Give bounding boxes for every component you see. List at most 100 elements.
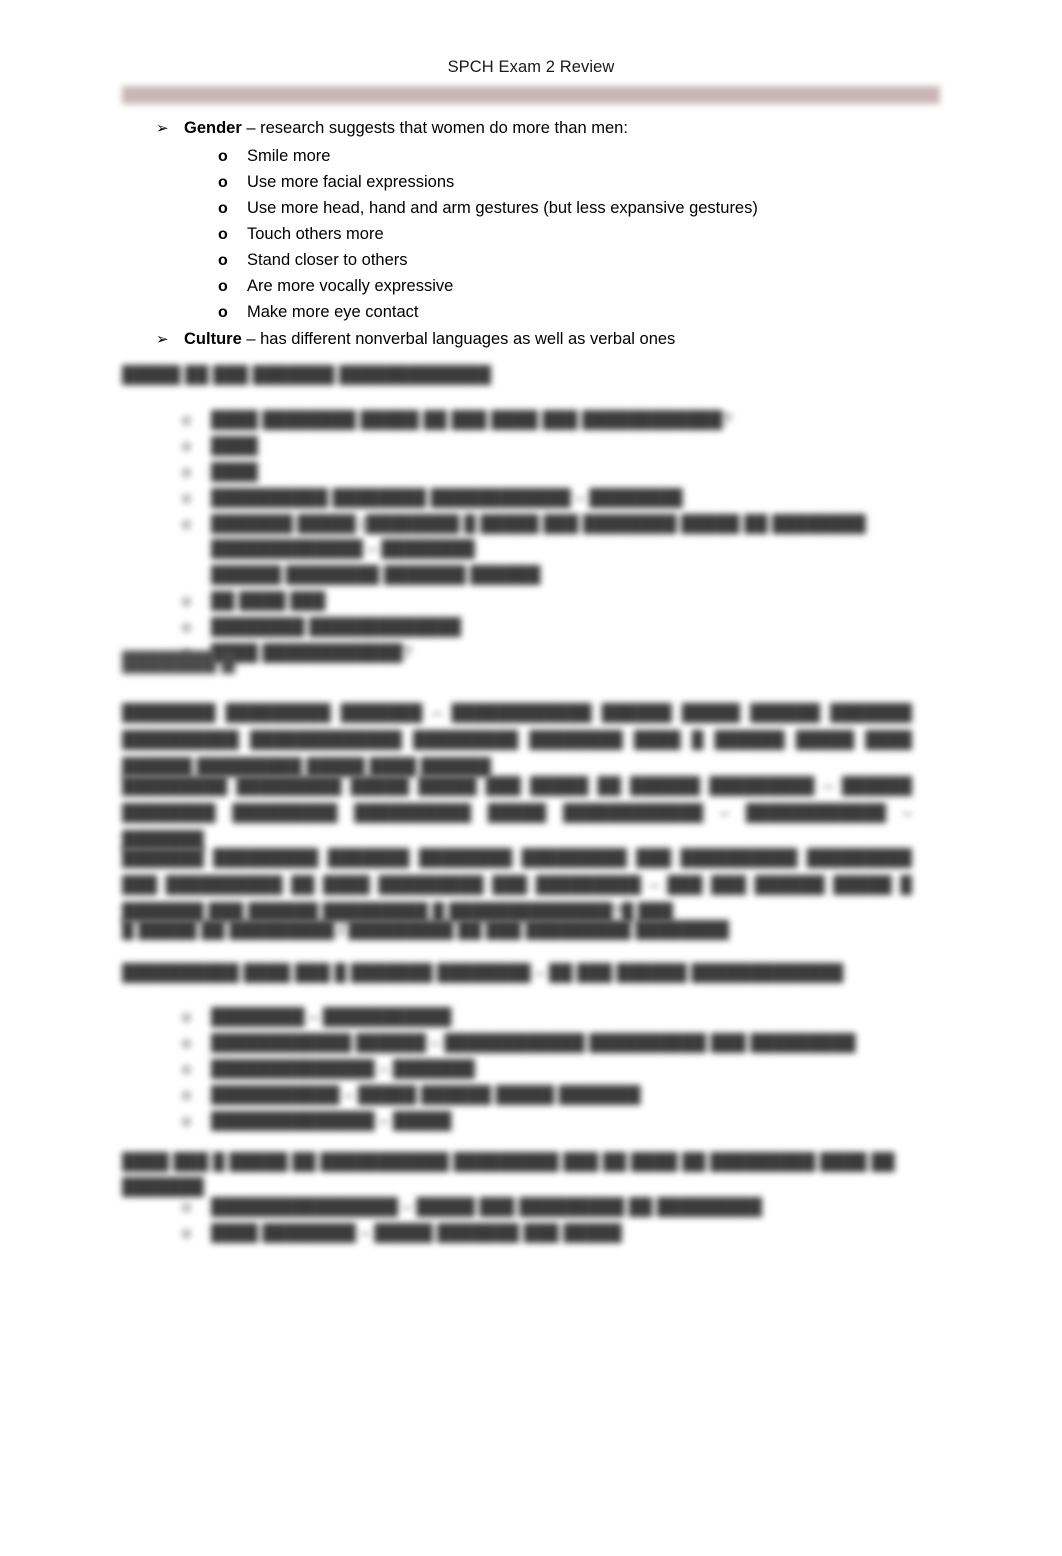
circle-bullet-icon: o bbox=[218, 200, 228, 217]
list-item: o Are more vocally expressive bbox=[122, 274, 942, 299]
redacted-subtext-listening: ██████████ ████ ███ █ ███████ ████████ –… bbox=[122, 964, 844, 982]
list-item-bold-lead: ████ ████████ bbox=[211, 1224, 356, 1242]
circle-bullet-icon: o bbox=[182, 516, 191, 533]
list-item: o ██ ████ ███ bbox=[152, 589, 942, 614]
list-item: o ██████████ ████████ ████████████ – ███… bbox=[152, 486, 942, 511]
list-item-label: ██████████ ████████ ████████████ – █████… bbox=[211, 489, 683, 507]
redacted-list-stages: o ████████ – ███████████ o ████████████ … bbox=[152, 1005, 942, 1135]
header-divider-rule bbox=[122, 86, 940, 104]
list-item: o Use more head, hand and arm gestures (… bbox=[122, 196, 942, 221]
list-item-bold-lead: Gender bbox=[184, 119, 242, 137]
list-item-bold-lead: ████████████ ██████ bbox=[211, 1034, 427, 1052]
redacted-chapter-heading: ███████ █ bbox=[122, 652, 235, 673]
redacted-list-ineffective: o ████████████████ – █████ ███ █████████… bbox=[152, 1195, 942, 1247]
list-item-label: Stand closer to others bbox=[247, 251, 408, 269]
list-item-rest: – ████████████ ██████████ ███ █████████ bbox=[426, 1034, 856, 1052]
list-item-label: ████ bbox=[211, 437, 258, 455]
redacted-heading-ineffective-listening: ████ ███ █ █████ ██ ███████████ ████████… bbox=[122, 1153, 895, 1196]
list-item: o ████████ – ███████████ bbox=[152, 1005, 942, 1030]
list-item: o Smile more bbox=[122, 144, 942, 169]
list-item-label: Touch others more bbox=[247, 225, 384, 243]
list-item-rest: – research suggests that women do more t… bbox=[241, 119, 628, 137]
list-item-text: Gender – research suggests that women do… bbox=[184, 116, 628, 141]
list-item-rest: – █████ ███████ ███ █████ bbox=[355, 1224, 622, 1242]
list-item-label: Smile more bbox=[247, 147, 331, 165]
list-item: o ████████ █████████████ bbox=[152, 615, 942, 640]
circle-bullet-icon: o bbox=[182, 1009, 191, 1026]
circle-bullet-icon: o bbox=[182, 1199, 191, 1216]
list-item-label: Make more eye contact bbox=[247, 303, 419, 321]
list-item-gender: ➢ Gender – research suggests that women … bbox=[122, 116, 942, 141]
document-body: ➢ Gender – research suggests that women … bbox=[122, 116, 942, 355]
list-item-label: ██████ ████████ ███████ ██████ bbox=[211, 566, 541, 584]
list-item-bold-lead: ██████████████ bbox=[211, 1060, 375, 1078]
list-item: o Make more eye contact bbox=[122, 300, 942, 325]
paragraph-bold-lead: ████████ █████████ bbox=[122, 704, 331, 722]
circle-bullet-icon: o bbox=[182, 593, 191, 610]
circle-bullet-icon: o bbox=[218, 278, 228, 295]
list-item-continuation: ██████ ████████ ███████ ██████ bbox=[152, 563, 942, 588]
page-title: SPCH Exam 2 Review bbox=[447, 58, 615, 76]
circle-bullet-icon: o bbox=[218, 174, 228, 191]
circle-bullet-icon: o bbox=[182, 490, 191, 507]
list-item-rest: – █████ bbox=[374, 1112, 452, 1130]
circle-bullet-icon: o bbox=[182, 412, 191, 429]
list-item-culture: ➢ Culture – has different nonverbal lang… bbox=[122, 327, 942, 352]
circle-bullet-icon: o bbox=[182, 1087, 191, 1104]
circle-bullet-icon: o bbox=[182, 438, 191, 455]
circle-bullet-icon: o bbox=[182, 619, 191, 636]
paragraph-bold-lead: ███████ █████████ bbox=[122, 849, 319, 867]
circle-bullet-icon: o bbox=[182, 1061, 191, 1078]
list-item: o ████████████████ – █████ ███ █████████… bbox=[152, 1195, 942, 1220]
list-item-rest: – █████ ███ █████████ ██ █████████ bbox=[398, 1198, 763, 1216]
redacted-paragraph-2: █████████ █████████ █████ █████ ███ ████… bbox=[122, 773, 912, 854]
list-item-label: Use more head, hand and arm gestures (bu… bbox=[247, 199, 758, 217]
list-item-rest: – █████ ██████ █████ ███████ bbox=[339, 1086, 641, 1104]
list-item-rest: – has different nonverbal languages as w… bbox=[241, 330, 676, 348]
document-header: SPCH Exam 2 Review bbox=[0, 58, 1062, 77]
list-item-rest: – ███████████ bbox=[304, 1008, 452, 1026]
list-item-bold-lead: ██████████████ bbox=[211, 1112, 375, 1130]
circle-bullet-icon: o bbox=[182, 1035, 191, 1052]
list-item: o Stand closer to others bbox=[122, 248, 942, 273]
list-item: o ███████████ – █████ ██████ █████ █████… bbox=[152, 1083, 942, 1108]
list-item-bold-lead: ███████████ bbox=[211, 1086, 340, 1104]
circle-bullet-icon: o bbox=[218, 148, 228, 165]
list-item: o ████ ████████ █████ ██ ███ ████ ███ ██… bbox=[152, 408, 942, 433]
circle-bullet-icon: o bbox=[218, 252, 228, 269]
list-item: o ████ bbox=[152, 434, 942, 459]
list-item: o ████████████ ██████ – ████████████ ███… bbox=[152, 1031, 942, 1056]
list-item-rest: – ███████ bbox=[374, 1060, 475, 1078]
list-item: o Use more facial expressions bbox=[122, 170, 942, 195]
circle-bullet-icon: o bbox=[218, 226, 228, 243]
list-item-bold-lead: Culture bbox=[184, 330, 242, 348]
redacted-heading-types-of-nonverbal: █████ ██ ███ ███████ █████████████ bbox=[122, 366, 492, 384]
redacted-paragraph-1: ████████ █████████ ███████ – ███████████… bbox=[122, 700, 912, 781]
list-item-label: ████████ █████████████ bbox=[211, 618, 462, 636]
list-item-label: ████ bbox=[211, 463, 258, 481]
circle-bullet-icon: o bbox=[182, 1113, 191, 1130]
document-page: SPCH Exam 2 Review ➢ Gender – research s… bbox=[0, 0, 1062, 1556]
list-item: o ███████ █████ (████████ █ █████ ███ ██… bbox=[152, 512, 942, 562]
list-item-label: ██ ████ ███ bbox=[211, 592, 326, 610]
list-item-label: Use more facial expressions bbox=[247, 173, 455, 191]
circle-bullet-icon: o bbox=[182, 1225, 191, 1242]
circle-bullet-icon: o bbox=[182, 464, 191, 481]
arrow-bullet-icon: ➢ bbox=[156, 331, 169, 348]
list-item-bold-lead: ████████ bbox=[211, 1008, 305, 1026]
list-item: o ████ ████████ – █████ ███████ ███ ████… bbox=[152, 1221, 942, 1246]
list-item: o ██████████████ – ███████ bbox=[152, 1057, 942, 1082]
list-item-bold-lead: ████████████████ bbox=[211, 1198, 399, 1216]
list-item: o Touch others more bbox=[122, 222, 942, 247]
redacted-paragraph-3: ███████ █████████ ███████ ████████ █████… bbox=[122, 845, 912, 926]
redacted-list-types-of-nonverbal: o ████ ████████ █████ ██ ███ ████ ███ ██… bbox=[152, 408, 942, 667]
redacted-heading-stages-of-listening: █ █████ ██ █████████ / █████████ ██ ███ … bbox=[122, 921, 729, 939]
list-item-label: Are more vocally expressive bbox=[247, 277, 454, 295]
circle-bullet-icon: o bbox=[218, 304, 228, 321]
arrow-bullet-icon: ➢ bbox=[156, 120, 169, 137]
list-item: o ████ bbox=[152, 460, 942, 485]
paragraph-bold-lead: █████████ █████████ bbox=[122, 777, 342, 795]
list-item-label: ███████ █████ (████████ █ █████ ███ ████… bbox=[211, 515, 866, 558]
list-item-label: ████ ████████ █████ ██ ███ ████ ███ ████… bbox=[211, 411, 732, 429]
list-item: o ██████████████ – █████ bbox=[152, 1109, 942, 1134]
